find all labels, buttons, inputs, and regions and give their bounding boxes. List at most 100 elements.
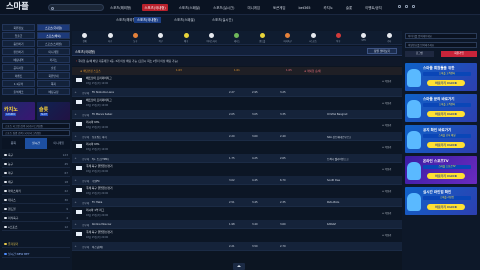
- away-team[interactable]: OmiTaz Beograd: [327, 113, 347, 116]
- home-odds[interactable]: 2.05: [229, 113, 235, 116]
- away-odds[interactable]: 2.35: [280, 201, 286, 204]
- tab-live[interactable]: 실시간: [24, 138, 48, 149]
- cat-minigame[interactable]: 미니게임: [37, 47, 70, 55]
- site-logo[interactable]: 스마플: [6, 2, 44, 13]
- nav-casino[interactable]: 카지노: [322, 4, 335, 11]
- sport-item[interactable]: 테니스 30: [2, 196, 70, 204]
- sport-tabletennis[interactable]: 탁구: [330, 33, 346, 43]
- sport-item[interactable]: 핸드볼 9: [2, 205, 70, 213]
- draw-odds[interactable]: 4.25: [252, 157, 258, 160]
- nav-slot[interactable]: 슬롯: [344, 4, 354, 11]
- sport-all[interactable]: 전체: [77, 33, 93, 43]
- user-icon[interactable]: [405, 5, 408, 8]
- cat-bet-history[interactable]: 베팅내역: [2, 55, 35, 63]
- cat-event[interactable]: 이벤트: [2, 71, 35, 79]
- tab-domestic[interactable]: 스포츠(국내형): [134, 17, 161, 23]
- cat-slot[interactable]: 슬롯: [37, 63, 70, 71]
- join-button[interactable]: 회원가입: [441, 51, 477, 57]
- away-team[interactable]: South Dee: [327, 179, 340, 182]
- top-search-input[interactable]: [48, 4, 104, 11]
- home-team[interactable]: FK Macva Sabac: [92, 113, 112, 116]
- id-input[interactable]: 아이디를 입력해주세요: [405, 33, 477, 39]
- team-search-input[interactable]: 스포츠 팀명 검색 (국가/리그/팀명): [2, 130, 70, 136]
- away-odds[interactable]: 2.79: [280, 245, 286, 248]
- away-team[interactable]: 트랙터 켈라비안스크: [327, 157, 349, 161]
- ad-banner[interactable]: 스마플 문의 바로가기 스마플 고객센터 바로가기 CLICK: [405, 94, 477, 122]
- home-odds[interactable]: 2.21: [229, 245, 235, 248]
- tab-special[interactable]: 스포츠(스페셜): [174, 17, 195, 23]
- nav-event[interactable]: 이벤트/공지: [363, 4, 384, 11]
- away-odds[interactable]: 6.70: [280, 179, 286, 182]
- home-team[interactable]: 아스널(여): [92, 245, 103, 249]
- cat-guide[interactable]: 회원안내: [37, 71, 70, 79]
- ad-cta[interactable]: 바로가기 CLICK: [427, 80, 465, 86]
- ad-banner[interactable]: 스마플 회원들을 위한 스마플 고객센터 바로가기 CLICK: [405, 63, 477, 91]
- home-odds[interactable]: 2.20: [229, 135, 235, 138]
- home-team[interactable]: FK Slobodia Lieca: [92, 91, 114, 94]
- cat-deposit[interactable]: 입출금: [2, 31, 35, 39]
- draw-odds[interactable]: 3.50: [252, 245, 258, 248]
- league-search-input[interactable]: 스포츠 리그명 검색 (국가/리그/팀명): [2, 123, 70, 129]
- home-odds[interactable]: 2.27: [229, 91, 235, 94]
- odds-row[interactable]: + 승무패 FK Macva Sabac 2.05 3.05 3.35 OmiTaz Beo…: [72, 110, 402, 118]
- sport-item[interactable]: 아이스하키 22: [2, 187, 70, 195]
- cat-attendance[interactable]: 출석체크: [2, 87, 35, 95]
- nav-special[interactable]: 스포츠(스페셜): [177, 4, 202, 11]
- draw-odds[interactable]: 3.60: [252, 135, 258, 138]
- cat-member[interactable]: 회원정보: [2, 24, 35, 31]
- nav-minigame[interactable]: 미니게임: [246, 4, 262, 11]
- sport-item[interactable]: e스포츠 12: [2, 223, 70, 231]
- expand-icon[interactable]: +: [75, 91, 77, 94]
- draw-odds[interactable]: 3.40: [252, 223, 258, 226]
- home-odds[interactable]: 3.02: [229, 179, 235, 182]
- home-team[interactable]: Tp. 트스(TMK): [92, 157, 109, 161]
- expand-icon[interactable]: +: [75, 223, 77, 226]
- more-button[interactable]: + 더보기: [382, 123, 391, 127]
- draw-odds[interactable]: 3.05: [252, 113, 258, 116]
- home-team[interactable]: Rodina Moscow: [92, 223, 111, 226]
- sport-esports[interactable]: e스포츠: [305, 33, 321, 43]
- ad-cta[interactable]: 바로가기 CLICK: [427, 111, 465, 117]
- message-icon[interactable]: [398, 5, 401, 8]
- home-odds[interactable]: 1.98: [229, 223, 235, 226]
- draw-odds[interactable]: 2.95: [252, 91, 258, 94]
- sport-football[interactable]: 미식축구: [280, 33, 296, 43]
- ad-cta[interactable]: 바로가기 CLICK: [427, 204, 465, 210]
- more-button[interactable]: + 더보기: [382, 79, 391, 83]
- nav-domestic[interactable]: 스포츠(국내형): [142, 4, 168, 11]
- cat-withdraw[interactable]: 환전하기: [2, 47, 35, 55]
- sport-tennis[interactable]: 테니스: [229, 33, 245, 43]
- more-button[interactable]: + 더보기: [382, 211, 391, 215]
- ad-cta[interactable]: 바로가기 CLICK: [427, 142, 465, 148]
- away-odds[interactable]: 2.65: [280, 157, 286, 160]
- scroll-top-button[interactable]: [233, 263, 245, 270]
- sport-item[interactable]: 배구 18: [2, 178, 70, 186]
- more-button[interactable]: + 더보기: [382, 167, 391, 171]
- slot-banner[interactable]: 슬롯 SLOT: [37, 102, 70, 120]
- expand-icon[interactable]: +: [75, 135, 77, 138]
- odds-row[interactable]: + 승무패 Tp. 트스(TMK) 1.75 4.25 2.65 트랙터 켈라비안스크: [72, 154, 402, 162]
- draw-odds[interactable]: 3.45: [252, 201, 258, 204]
- away-team[interactable]: Peto-Bolis: [327, 201, 339, 204]
- odds-row[interactable]: + 승무패 동포워드 미지 2.20 3.60 2.49 SKA 상트페테르부르크: [72, 132, 402, 140]
- tab-sports[interactable]: 종목: [2, 138, 25, 149]
- odds-row[interactable]: + 승무패 FC Haka 2.51 3.45 2.35 Peto-Bolis: [72, 198, 402, 206]
- favorites-label[interactable]: 즐겨찾기: [2, 240, 70, 248]
- nav-live[interactable]: 스포츠(실시간): [211, 4, 236, 11]
- sport-item[interactable]: 농구 45: [2, 160, 70, 168]
- sport-ufc[interactable]: UFC: [356, 33, 372, 42]
- away-odds[interactable]: 3.25: [280, 91, 286, 94]
- sport-handball[interactable]: 핸드볼: [254, 33, 270, 43]
- cat-rules[interactable]: 베팅규정: [37, 87, 70, 95]
- sport-item[interactable]: 미식축구 4: [2, 214, 70, 222]
- sport-volleyball[interactable]: 배구: [178, 33, 194, 43]
- sport-item[interactable]: 축구 123: [2, 151, 70, 159]
- more-button[interactable]: + 더보기: [382, 189, 391, 193]
- away-team[interactable]: SKA 상트페테르부르크: [327, 135, 351, 139]
- menu-icon[interactable]: [412, 5, 415, 8]
- cat-message[interactable]: 쪽지: [37, 79, 70, 87]
- expand-icon[interactable]: +: [75, 201, 77, 204]
- home-team[interactable]: FC Haka: [92, 201, 102, 204]
- nav-bet365[interactable]: bet365: [296, 5, 312, 11]
- casino-banner[interactable]: 카지노 CASINO: [2, 102, 35, 120]
